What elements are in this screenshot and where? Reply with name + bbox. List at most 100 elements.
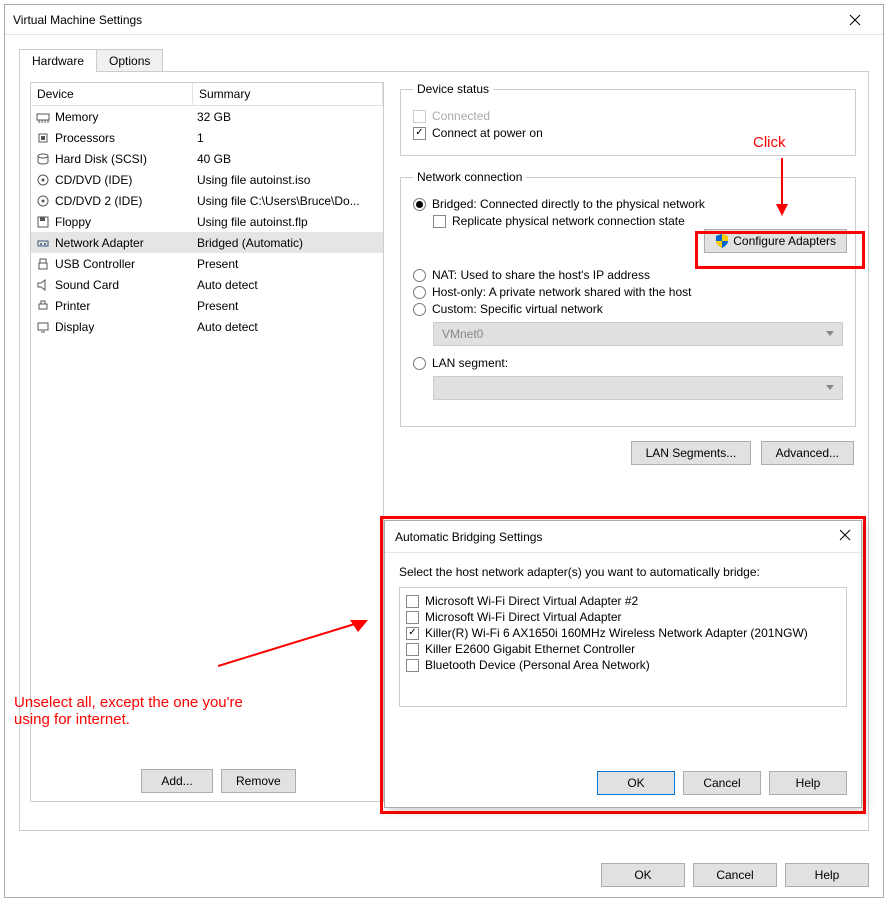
adapter-list: Microsoft Wi-Fi Direct Virtual Adapter #… — [399, 587, 847, 707]
checkbox-icon — [406, 643, 419, 656]
device-name: Network Adapter — [55, 236, 197, 250]
bridging-close-button[interactable] — [839, 529, 851, 544]
advanced-button[interactable]: Advanced... — [761, 441, 854, 465]
annotation-arrow-down — [781, 158, 783, 214]
table-row[interactable]: CD/DVD (IDE)Using file autoinst.iso — [31, 169, 383, 190]
table-row[interactable]: FloppyUsing file autoinst.flp — [31, 211, 383, 232]
network-connection-legend: Network connection — [413, 170, 526, 184]
custom-radio[interactable]: Custom: Specific virtual network — [413, 302, 843, 316]
tab-options[interactable]: Options — [96, 49, 163, 73]
device-summary: Using file autoinst.flp — [197, 215, 379, 229]
adapter-label: Bluetooth Device (Personal Area Network) — [425, 658, 650, 672]
ok-button[interactable]: OK — [601, 863, 685, 887]
device-summary: Present — [197, 257, 379, 271]
device-summary: 1 — [197, 131, 379, 145]
remove-button[interactable]: Remove — [221, 769, 296, 793]
checkbox-icon: ✓ — [413, 127, 426, 140]
checkbox-icon — [413, 110, 426, 123]
cancel-button[interactable]: Cancel — [693, 863, 777, 887]
titlebar: Virtual Machine Settings — [5, 5, 883, 35]
adapter-checkbox[interactable]: Microsoft Wi-Fi Direct Virtual Adapter #… — [406, 594, 840, 608]
lan-segment-radio[interactable]: LAN segment: — [413, 356, 843, 370]
device-summary: Using file autoinst.iso — [197, 173, 379, 187]
nat-radio[interactable]: NAT: Used to share the host's IP address — [413, 268, 843, 282]
floppy-icon — [35, 214, 51, 230]
bridging-cancel-button[interactable]: Cancel — [683, 771, 761, 795]
add-button[interactable]: Add... — [141, 769, 213, 793]
col-header-summary[interactable]: Summary — [193, 83, 383, 105]
radio-icon — [413, 357, 426, 370]
table-row[interactable]: PrinterPresent — [31, 295, 383, 316]
device-summary: Present — [197, 299, 379, 313]
device-name: Memory — [55, 110, 197, 124]
bridging-title: Automatic Bridging Settings — [395, 530, 839, 544]
disk-icon — [35, 151, 51, 167]
table-row[interactable]: Processors1 — [31, 127, 383, 148]
connected-checkbox: Connected — [413, 109, 843, 123]
device-buttons: Add... Remove — [141, 769, 296, 793]
tab-hardware[interactable]: Hardware — [19, 49, 97, 73]
adapter-checkbox[interactable]: ✓ Killer(R) Wi-Fi 6 AX1650i 160MHz Wirele… — [406, 626, 840, 640]
bridging-titlebar: Automatic Bridging Settings — [385, 521, 861, 553]
adapter-checkbox[interactable]: Killer E2600 Gigabit Ethernet Controller — [406, 642, 840, 656]
bridging-instruction: Select the host network adapter(s) you w… — [399, 565, 847, 579]
device-summary: Using file C:\Users\Bruce\Do... — [197, 194, 379, 208]
checkbox-icon — [406, 595, 419, 608]
radio-icon — [413, 269, 426, 282]
lan-segments-button[interactable]: LAN Segments... — [631, 441, 752, 465]
table-row[interactable]: Memory32 GB — [31, 106, 383, 127]
table-row[interactable]: Hard Disk (SCSI)40 GB — [31, 148, 383, 169]
device-name: Display — [55, 320, 197, 334]
table-row[interactable]: CD/DVD 2 (IDE)Using file C:\Users\Bruce\… — [31, 190, 383, 211]
close-icon — [839, 529, 851, 541]
device-summary: 40 GB — [197, 152, 379, 166]
memory-icon — [35, 109, 51, 125]
configure-adapters-button[interactable]: Configure Adapters — [704, 229, 847, 253]
window-title: Virtual Machine Settings — [13, 13, 835, 27]
device-name: USB Controller — [55, 257, 197, 271]
vmnet-select: VMnet0 — [433, 322, 843, 346]
device-name: Floppy — [55, 215, 197, 229]
table-header: Device Summary — [31, 83, 383, 106]
adapter-label: Killer E2600 Gigabit Ethernet Controller — [425, 642, 635, 656]
device-summary: Bridged (Automatic) — [197, 236, 379, 250]
annotation-arrow-right — [218, 618, 368, 668]
adapter-label: Microsoft Wi-Fi Direct Virtual Adapter #… — [425, 594, 638, 608]
device-status-legend: Device status — [413, 82, 493, 96]
radio-icon — [413, 303, 426, 316]
adapter-checkbox[interactable]: Microsoft Wi-Fi Direct Virtual Adapter — [406, 610, 840, 624]
help-button[interactable]: Help — [785, 863, 869, 887]
dialog-buttons: OK Cancel Help — [601, 863, 869, 887]
chevron-down-icon — [826, 385, 834, 390]
table-row[interactable]: DisplayAuto detect — [31, 316, 383, 337]
net-icon — [35, 235, 51, 251]
chevron-down-icon — [826, 331, 834, 336]
table-row[interactable]: Sound CardAuto detect — [31, 274, 383, 295]
bridging-buttons: OK Cancel Help — [597, 771, 847, 795]
device-summary: Auto detect — [197, 320, 379, 334]
checkbox-icon: ✓ — [406, 627, 419, 640]
table-row[interactable]: Network AdapterBridged (Automatic) — [31, 232, 383, 253]
bridging-ok-button[interactable]: OK — [597, 771, 675, 795]
device-status-group: Device status Connected ✓ Connect at pow… — [400, 82, 856, 156]
col-header-device[interactable]: Device — [31, 83, 193, 105]
sound-icon — [35, 277, 51, 293]
device-name: CD/DVD 2 (IDE) — [55, 194, 197, 208]
device-name: Printer — [55, 299, 197, 313]
replicate-state-checkbox[interactable]: Replicate physical network connection st… — [433, 214, 843, 228]
host-only-radio[interactable]: Host-only: A private network shared with… — [413, 285, 843, 299]
cd-icon — [35, 193, 51, 209]
close-icon — [849, 14, 861, 26]
table-row[interactable]: USB ControllerPresent — [31, 253, 383, 274]
adapter-checkbox[interactable]: Bluetooth Device (Personal Area Network) — [406, 658, 840, 672]
adapter-label: Microsoft Wi-Fi Direct Virtual Adapter — [425, 610, 622, 624]
annotation-unselect-text: Unselect all, except the one you're usin… — [14, 694, 274, 728]
adapter-label: Killer(R) Wi-Fi 6 AX1650i 160MHz Wireles… — [425, 626, 808, 640]
device-summary: Auto detect — [197, 278, 379, 292]
close-button[interactable] — [835, 6, 875, 34]
cpu-icon — [35, 130, 51, 146]
shield-icon — [715, 234, 729, 248]
bridging-dialog: Automatic Bridging Settings Select the h… — [384, 520, 862, 808]
tabs: Hardware Options — [19, 49, 883, 73]
bridging-help-button[interactable]: Help — [769, 771, 847, 795]
